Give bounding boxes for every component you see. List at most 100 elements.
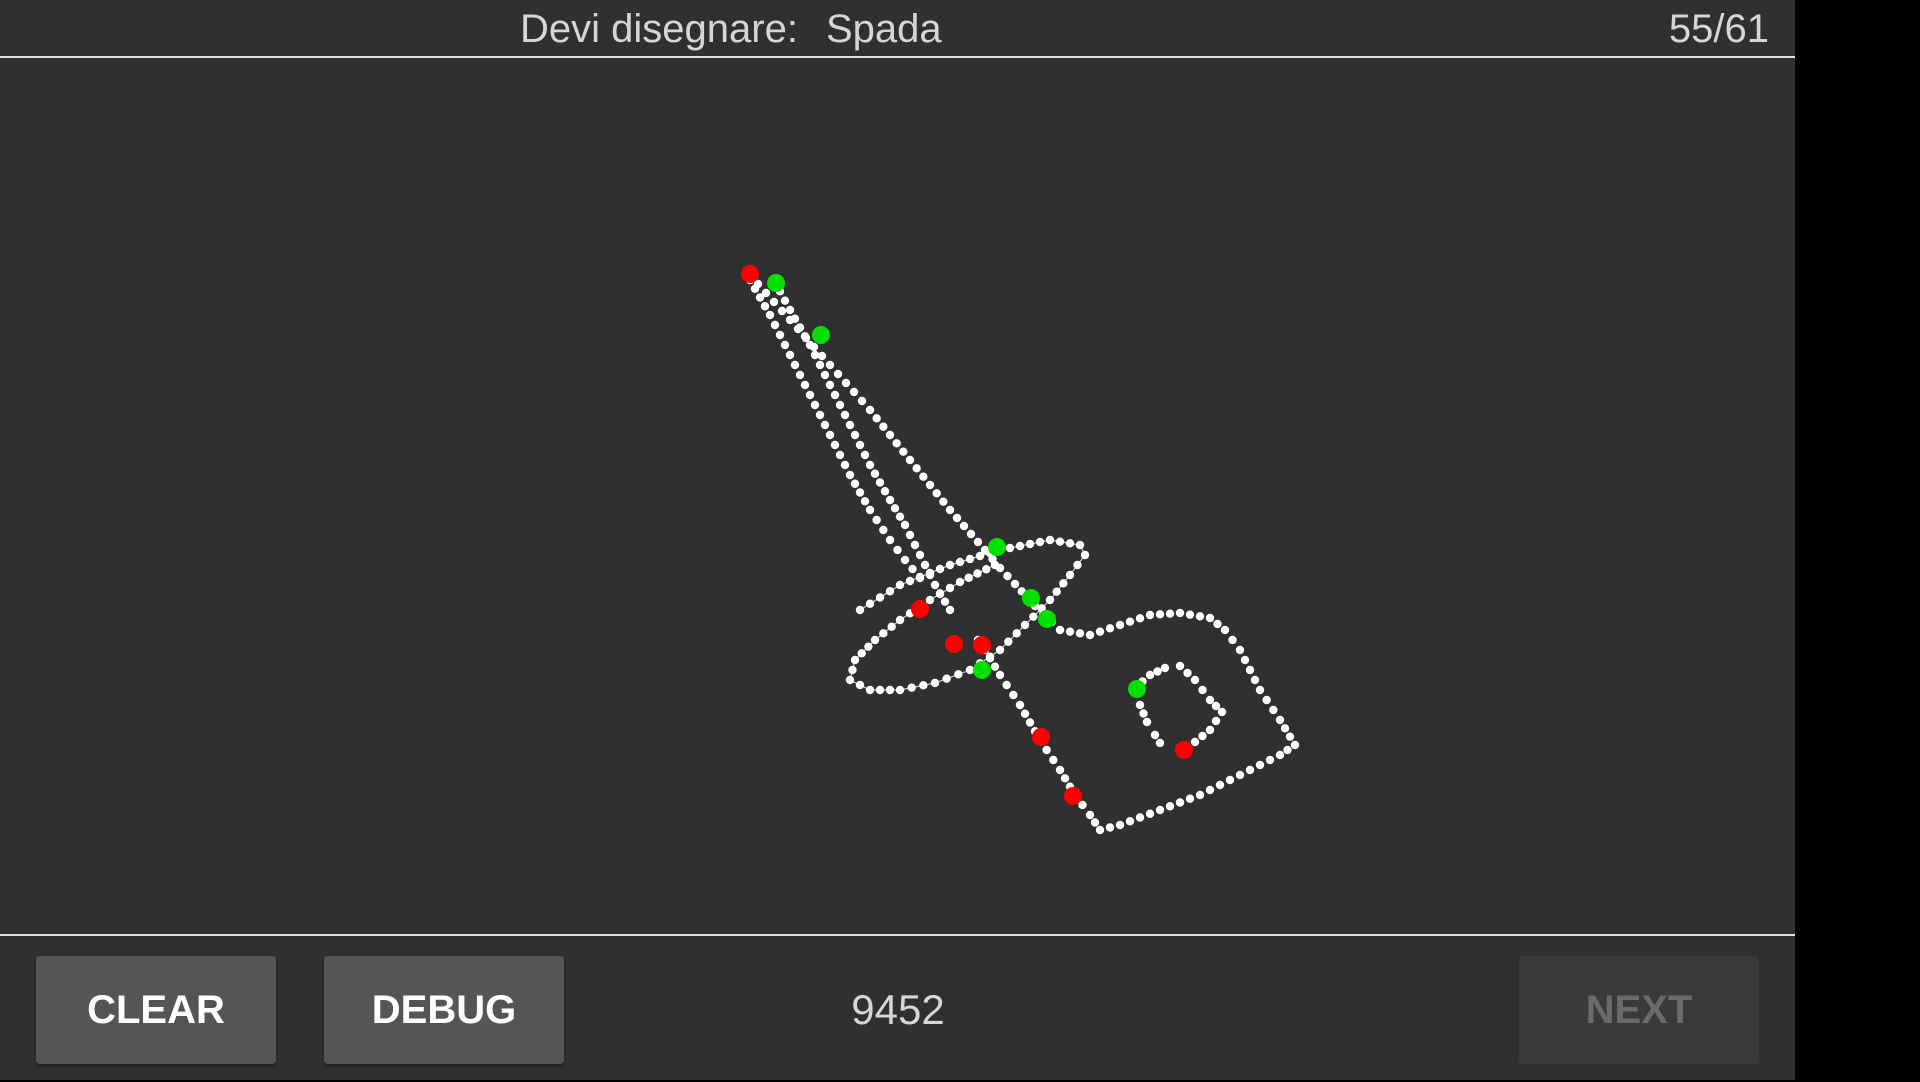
- sketch-point: [835, 450, 845, 460]
- next-button[interactable]: NEXT: [1519, 956, 1759, 1064]
- sketch-point: [872, 414, 881, 423]
- sketch-point: [895, 512, 905, 521]
- clear-button[interactable]: CLEAR: [36, 956, 276, 1064]
- sketch-point: [959, 521, 969, 531]
- sketch-point: [872, 515, 881, 525]
- sketch-point: [1155, 610, 1165, 619]
- sketch-point: [1198, 685, 1207, 695]
- sketch-point: [800, 380, 810, 390]
- sketch-point: [893, 545, 902, 555]
- sketch-point: [895, 685, 905, 695]
- sketch-point: [790, 360, 800, 370]
- stroke-start-marker: [973, 661, 991, 679]
- sketch-point: [769, 297, 779, 307]
- sketch-point: [1217, 707, 1227, 717]
- target-word: Spada: [825, 7, 942, 51]
- top-bar: Devi disegnare: Spada 55/61: [0, 0, 1795, 58]
- sketch-point: [1095, 825, 1105, 835]
- drawing-canvas[interactable]: [0, 58, 1795, 934]
- sketch-point: [830, 440, 840, 450]
- sketch-point: [1115, 620, 1125, 630]
- sketch-point: [865, 405, 875, 415]
- sketch-point: [760, 302, 770, 311]
- sketch-point: [810, 350, 820, 360]
- sketch-point: [985, 652, 995, 661]
- sketch-point: [1055, 765, 1065, 775]
- sketch-point: [865, 599, 875, 608]
- sketch-point: [1049, 755, 1058, 765]
- sketch-point: [1183, 668, 1192, 678]
- sketch-point: [1012, 629, 1021, 638]
- sketch-point: [990, 662, 1000, 671]
- sketch-point: [925, 480, 935, 490]
- sketch-point: [1165, 802, 1175, 811]
- sketch-point: [857, 396, 867, 406]
- sketch-point: [1135, 813, 1145, 822]
- drawing-prompt: Devi disegnare: Spada: [520, 4, 942, 54]
- sketch-point: [1004, 637, 1013, 646]
- sketch-point: [895, 615, 905, 625]
- sketch-point: [1155, 805, 1165, 815]
- sketch-point: [1080, 550, 1090, 560]
- sketch-point: [945, 560, 955, 570]
- score-value: 9452: [851, 986, 945, 1033]
- debug-button[interactable]: DEBUG: [324, 956, 564, 1064]
- sketch-point: [1185, 610, 1195, 619]
- stroke-end-marker: [1175, 741, 1193, 759]
- sketch-point: [1211, 701, 1221, 711]
- sketch-point: [1280, 724, 1290, 733]
- sketch-point: [1255, 685, 1265, 695]
- sketch-point: [1073, 560, 1082, 570]
- sketch-point: [1155, 738, 1165, 748]
- sketch-point: [875, 593, 885, 602]
- sketch-point: [945, 505, 955, 515]
- sketch-point: [795, 323, 805, 332]
- sketch-point: [1085, 810, 1095, 820]
- sketch-point: [795, 370, 805, 380]
- sketch-point: [750, 284, 760, 293]
- sketch-point: [833, 369, 843, 379]
- sketch-point: [810, 400, 820, 410]
- sketch-point: [855, 605, 865, 615]
- sketch-point: [995, 670, 1005, 680]
- sketch-point: [885, 430, 895, 440]
- sketch-point: [860, 497, 870, 506]
- sketch-point: [964, 573, 973, 582]
- sketch-point: [919, 681, 928, 690]
- sketch-point: [982, 565, 991, 574]
- sketch-point: [1235, 770, 1245, 780]
- stroke-end-marker: [1032, 728, 1050, 746]
- sketch-point: [1060, 774, 1070, 783]
- sketch-point: [1250, 675, 1260, 685]
- sketch-point: [939, 497, 948, 506]
- stroke-end-marker: [1064, 787, 1082, 805]
- sketch-point: [1035, 537, 1045, 547]
- sketch-point: [1045, 535, 1055, 545]
- sketch-point: [1125, 817, 1135, 826]
- sketch-point: [1145, 670, 1155, 680]
- sketch-point: [870, 469, 880, 478]
- sketch-point: [1198, 731, 1207, 741]
- sketch-point: [770, 320, 780, 330]
- sketch-point: [930, 678, 940, 688]
- sketch-point: [915, 550, 925, 560]
- sketch-point: [785, 350, 795, 360]
- stroke-start-marker: [812, 326, 830, 344]
- sketch-point: [1145, 610, 1155, 620]
- sketch-point: [1002, 680, 1011, 690]
- sketch-point: [825, 430, 835, 440]
- sketch-point: [955, 577, 965, 587]
- sketch-point: [1211, 716, 1221, 726]
- sketch-point: [1015, 700, 1025, 710]
- sketch-point: [850, 430, 860, 440]
- sketch-point: [899, 447, 908, 456]
- sketch-point: [1059, 579, 1068, 588]
- sketch-point: [1185, 794, 1195, 803]
- sketch-point: [945, 583, 955, 593]
- sketch-point: [825, 380, 835, 390]
- sketch-point: [940, 597, 950, 606]
- sketch-point: [1105, 823, 1115, 832]
- sketch-point: [1020, 620, 1030, 630]
- sketch-point: [890, 504, 900, 513]
- sketch-point: [1139, 709, 1148, 718]
